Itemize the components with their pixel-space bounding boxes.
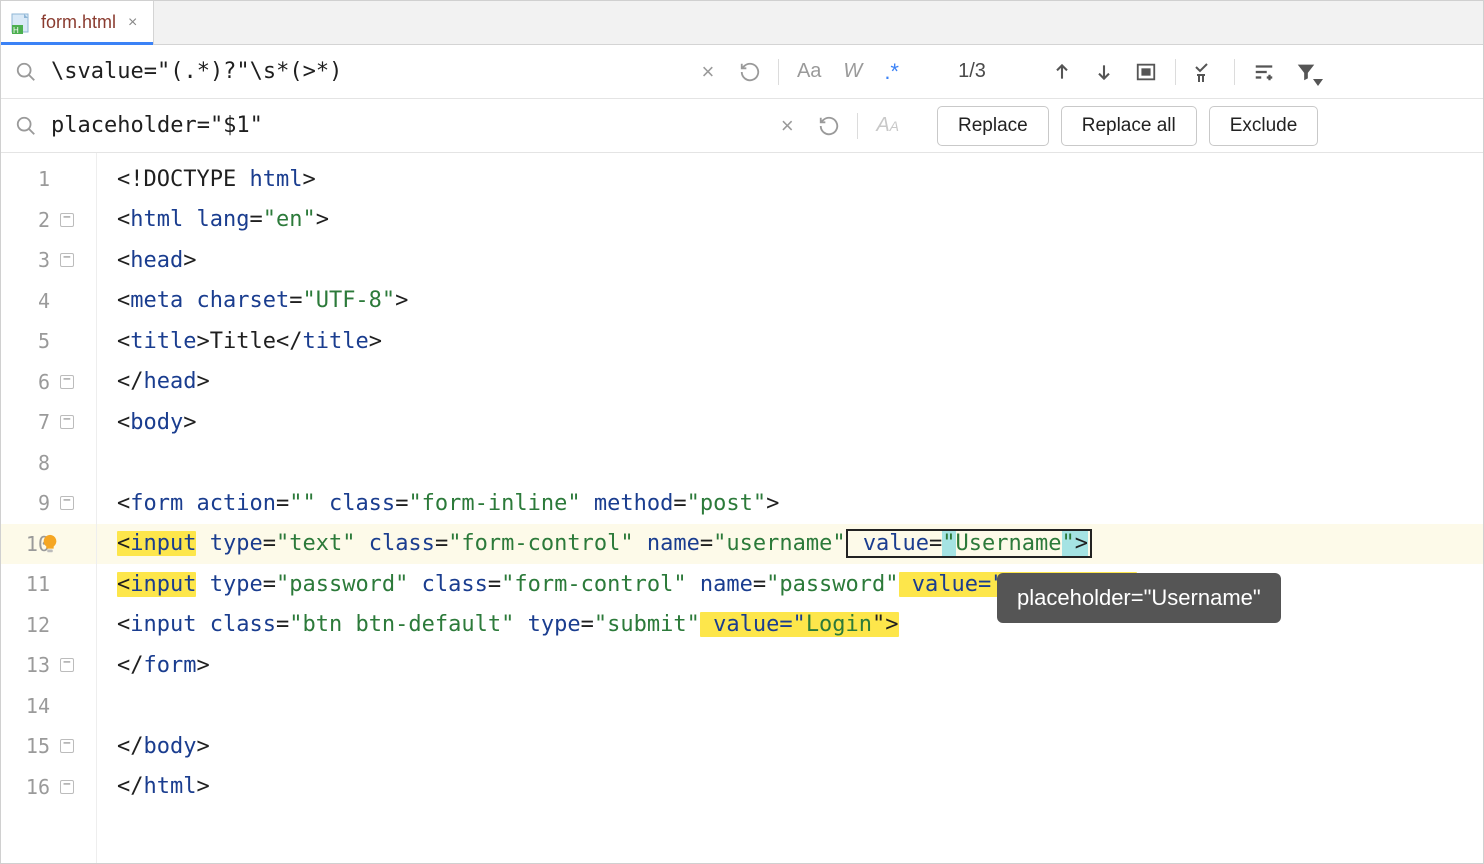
replace-search-icon[interactable] <box>15 115 43 137</box>
line-num: 9 <box>1 483 96 524</box>
filter-icon[interactable] <box>1293 59 1319 85</box>
prev-match-icon[interactable] <box>1049 59 1075 85</box>
code-line[interactable]: </head> <box>97 362 1483 403</box>
history-replace-icon[interactable] <box>815 112 843 140</box>
editor-tab[interactable]: H form.html × <box>1 1 154 44</box>
replace-input[interactable] <box>51 113 773 138</box>
line-num: 11 <box>1 564 96 605</box>
preserve-case-toggle[interactable]: AA <box>872 112 903 139</box>
replace-all-button[interactable]: Replace all <box>1061 106 1197 146</box>
line-num: 12 <box>1 605 96 646</box>
html-file-icon: H <box>11 12 33 34</box>
code-line[interactable]: </html> <box>97 767 1483 808</box>
tab-filename: form.html <box>41 12 116 33</box>
tab-bar: H form.html × <box>1 1 1483 45</box>
line-num: 8 <box>1 443 96 484</box>
code-line[interactable]: <input type="text" class="form-control" … <box>97 524 1483 565</box>
match-count: 1/3 <box>937 60 1007 83</box>
fold-icon[interactable] <box>60 213 74 227</box>
add-selection-icon[interactable] <box>1192 59 1218 85</box>
line-num: 5 <box>1 321 96 362</box>
code-line[interactable]: </form> <box>97 645 1483 686</box>
line-num: 4 <box>1 281 96 322</box>
clear-replace-icon[interactable]: × <box>773 112 801 140</box>
code-editor[interactable]: 1 2 3 4 5 6 7 8 9 10 11 12 13 14 15 16 <… <box>1 153 1483 863</box>
fold-icon[interactable] <box>60 375 74 389</box>
replace-button[interactable]: Replace <box>937 106 1049 146</box>
fold-icon[interactable] <box>60 496 74 510</box>
next-match-icon[interactable] <box>1091 59 1117 85</box>
line-num: 7 <box>1 402 96 443</box>
code-line[interactable] <box>97 443 1483 484</box>
fold-icon[interactable] <box>60 739 74 753</box>
line-num: 13 <box>1 645 96 686</box>
fold-icon[interactable] <box>60 658 74 672</box>
search-match: value="Login"> <box>700 612 899 637</box>
line-num: 1 <box>1 159 96 200</box>
code-line[interactable] <box>97 686 1483 727</box>
find-input[interactable] <box>51 59 694 84</box>
whole-word-toggle[interactable]: W <box>839 58 866 85</box>
line-num: 6 <box>1 362 96 403</box>
code-line[interactable]: <body> <box>97 402 1483 443</box>
close-tab-icon[interactable]: × <box>124 12 141 34</box>
code-line[interactable]: <form action="" class="form-inline" meth… <box>97 483 1483 524</box>
line-gutter: 1 2 3 4 5 6 7 8 9 10 11 12 13 14 15 16 <box>1 153 97 863</box>
fold-icon[interactable] <box>60 415 74 429</box>
code-line[interactable]: </body> <box>97 726 1483 767</box>
line-num: 16 <box>1 767 96 808</box>
filter-settings-icon[interactable] <box>1251 59 1277 85</box>
regex-toggle[interactable]: .* <box>880 57 903 87</box>
select-all-icon[interactable] <box>1133 59 1159 85</box>
code-line[interactable]: <html lang="en"> <box>97 200 1483 241</box>
replace-bar: × AA Replace Replace all Exclude <box>1 99 1483 153</box>
line-num: 3 <box>1 240 96 281</box>
search-icon[interactable] <box>15 61 43 83</box>
match-case-toggle[interactable]: Aa <box>793 58 825 85</box>
line-num: 15 <box>1 726 96 767</box>
code-line[interactable]: <head> <box>97 240 1483 281</box>
history-find-icon[interactable] <box>736 58 764 86</box>
code-line[interactable]: <title>Title</title> <box>97 321 1483 362</box>
intention-bulb-icon[interactable] <box>39 533 61 555</box>
line-num: 2 <box>1 200 96 241</box>
line-num: 14 <box>1 686 96 727</box>
replace-preview-tooltip: placeholder="Username" <box>997 573 1281 623</box>
find-bar: × Aa W .* 1/3 <box>1 45 1483 99</box>
clear-find-icon[interactable]: × <box>694 58 722 86</box>
code-line[interactable]: <!DOCTYPE html> <box>97 159 1483 200</box>
svg-text:H: H <box>13 26 19 34</box>
code-area[interactable]: <!DOCTYPE html> <html lang="en"> <head> … <box>97 153 1483 863</box>
exclude-button[interactable]: Exclude <box>1209 106 1319 146</box>
fold-icon[interactable] <box>60 253 74 267</box>
code-line[interactable]: <meta charset="UTF-8"> <box>97 281 1483 322</box>
fold-icon[interactable] <box>60 780 74 794</box>
current-match: value="Username"> <box>846 529 1092 558</box>
